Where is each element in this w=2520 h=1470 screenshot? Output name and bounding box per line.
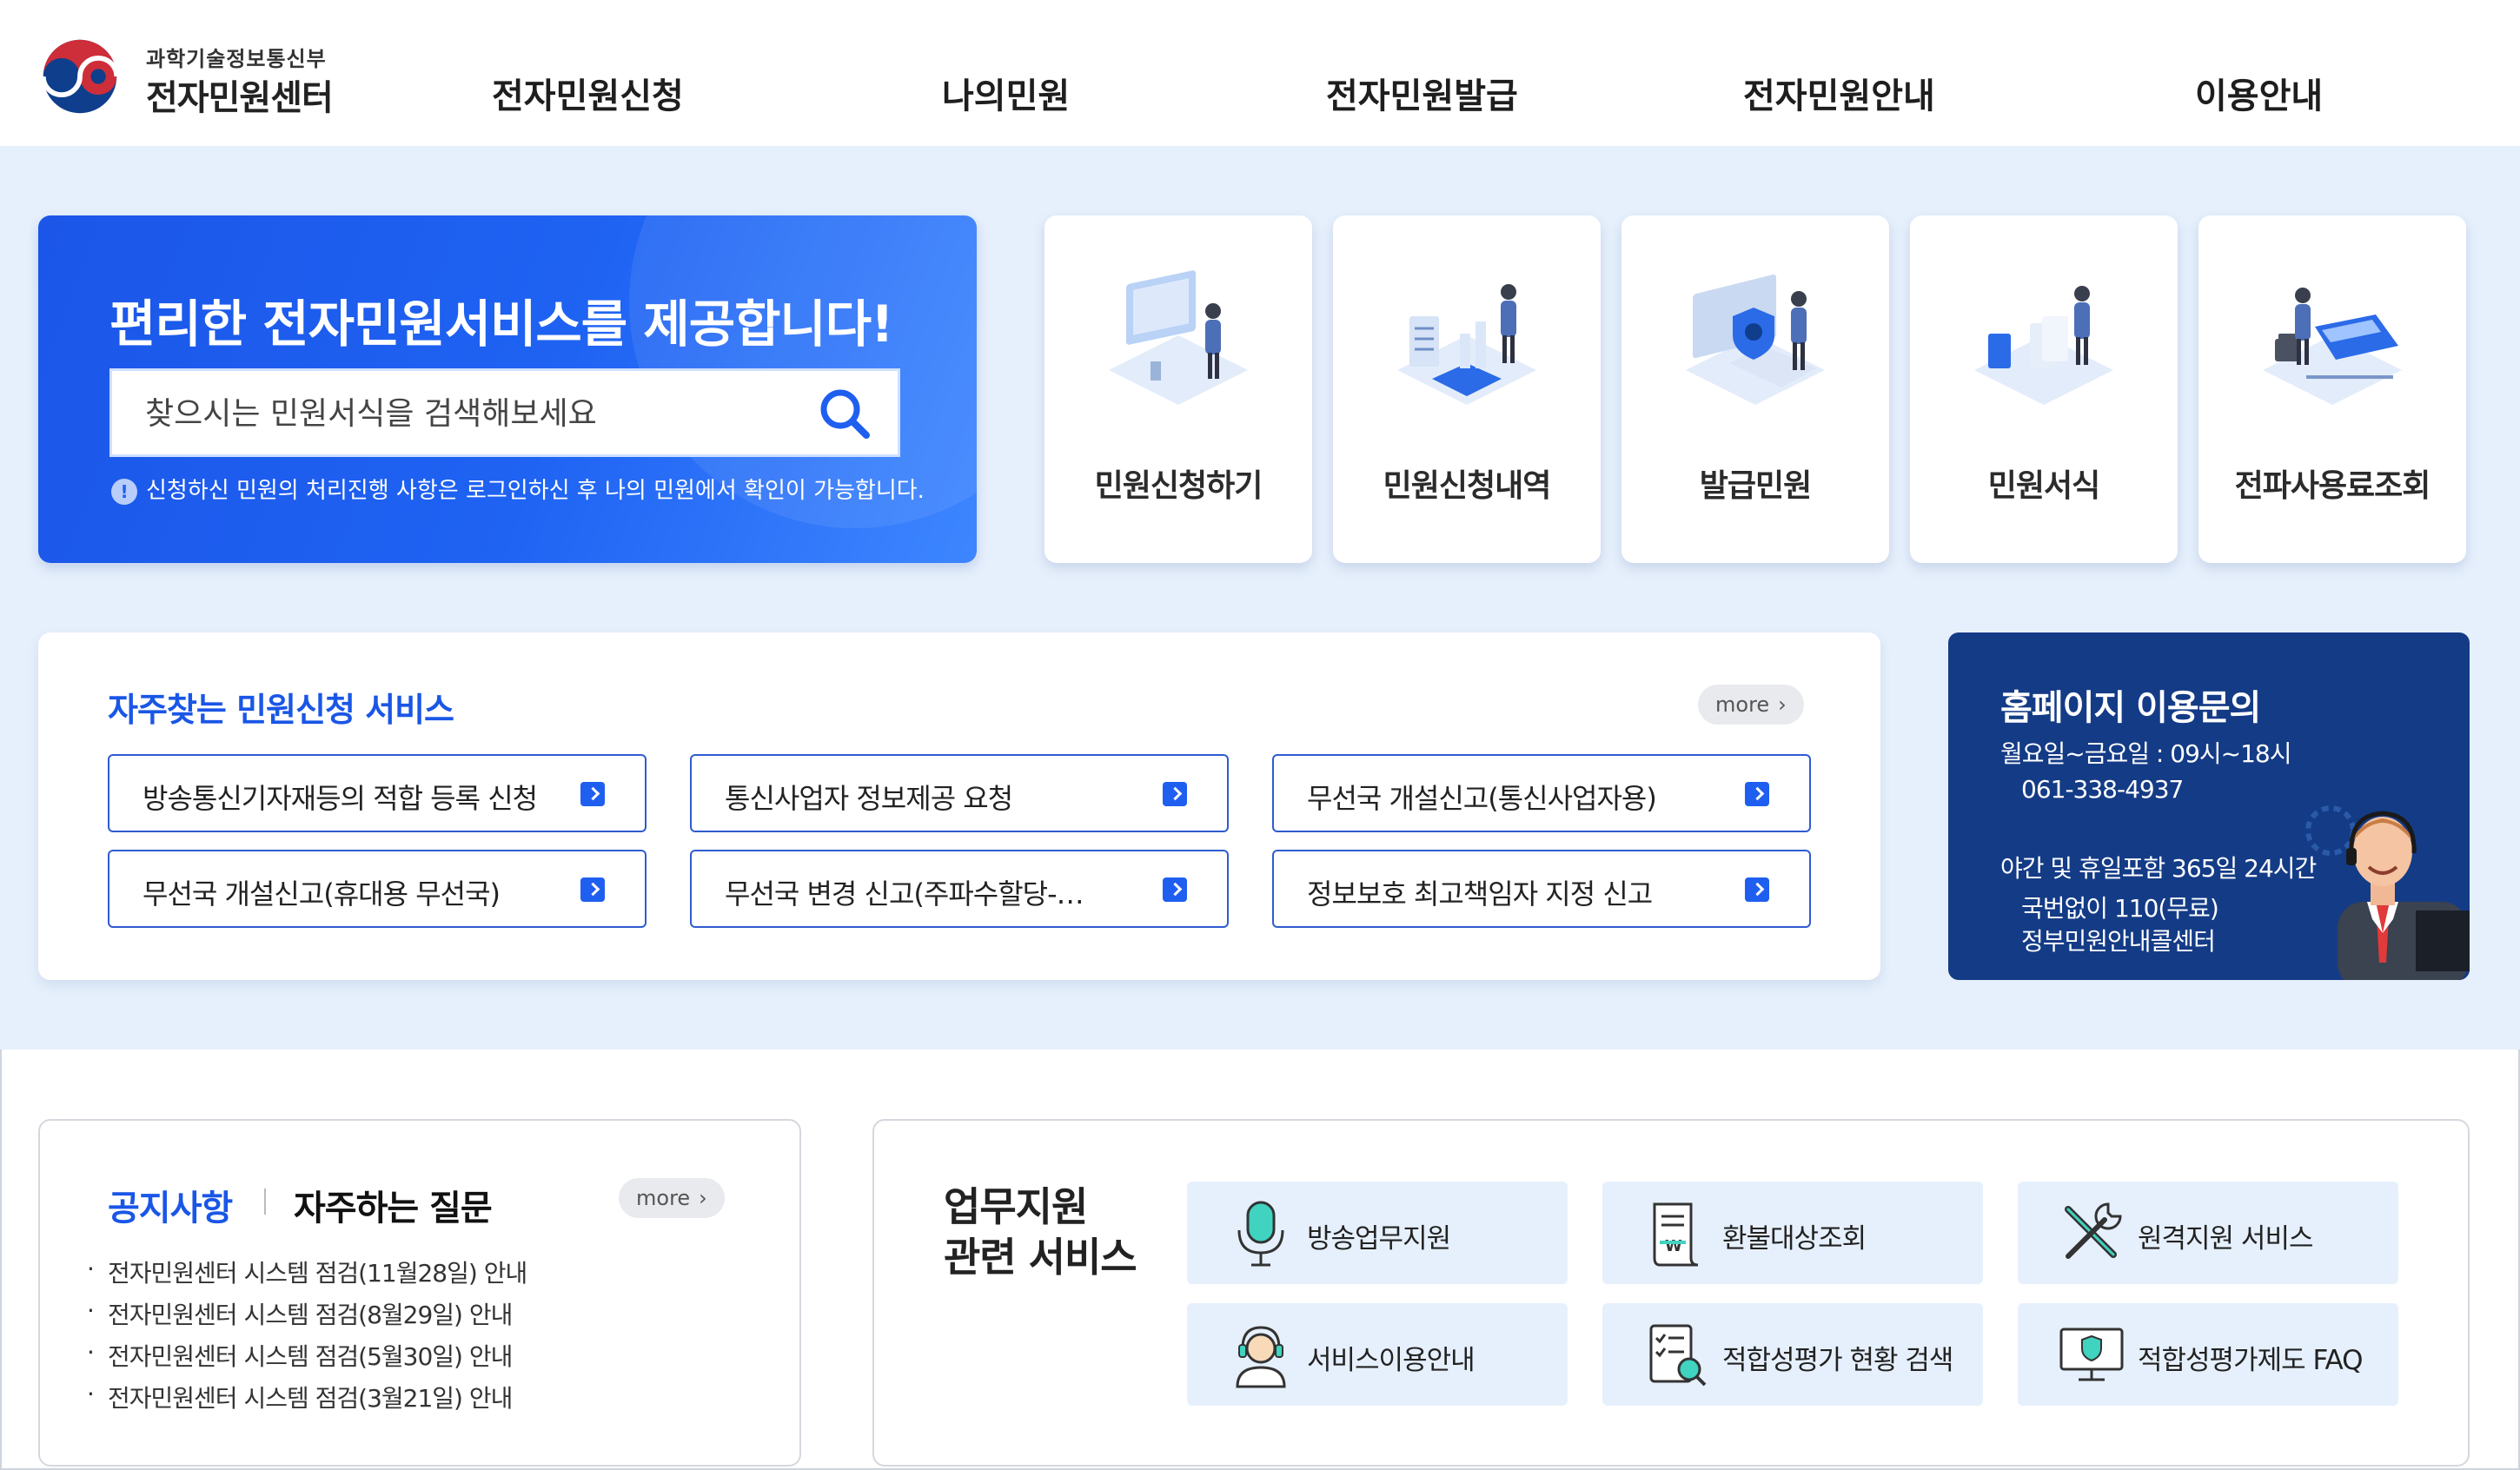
notice-item[interactable]: 전자민원센터 시스템 점검(8월29일) 안내 bbox=[87, 1296, 513, 1331]
monitor-person-icon bbox=[1109, 270, 1248, 405]
search-input[interactable] bbox=[145, 390, 806, 437]
quick-link-label: 민원신청내역 bbox=[1383, 468, 1552, 504]
notice-item[interactable]: 전자민원센터 시스템 점검(11월28일) 안내 bbox=[87, 1255, 527, 1289]
checklist-search-icon bbox=[1649, 1324, 1707, 1387]
quick-link-apply[interactable]: 민원신청하기 bbox=[1044, 215, 1312, 563]
work-conformity-faq[interactable]: 적합성평가제도 FAQ bbox=[2018, 1303, 2398, 1406]
work-service-guide[interactable]: 서비스이용안내 bbox=[1187, 1303, 1568, 1406]
site-header: 과학기술정보통신부 전자민원센터 전자민원신청 나의민원 전자민원발급 전자민원… bbox=[0, 0, 2520, 146]
documents-icon bbox=[1974, 286, 2113, 405]
quick-link-label: 민원신청하기 bbox=[1094, 468, 1263, 504]
tools-icon bbox=[2065, 1202, 2122, 1259]
quick-link-fee-lookup[interactable]: 전파사용료조회 bbox=[2198, 215, 2466, 563]
work-conformity-search[interactable]: 적합성평가 현황 검색 bbox=[1602, 1303, 1983, 1406]
site-logo[interactable]: 과학기술정보통신부 전자민원센터 bbox=[38, 35, 351, 122]
receipt-icon: W bbox=[1653, 1202, 1699, 1267]
service-item-label: 무선국 변경 신고(주파수할당-통신사업자용) bbox=[725, 877, 1107, 910]
weekday-hours: 월요일~금요일 : 09시~18시 bbox=[2000, 739, 2291, 768]
service-item-label: 정보보호 최고책임자 지정 신고 bbox=[1307, 877, 1653, 910]
nav-issue[interactable]: 전자민원발급 bbox=[1326, 68, 1518, 118]
nav-apply[interactable]: 전자민원신청 bbox=[492, 68, 684, 118]
free-number: 국번없이 110(무료) bbox=[2021, 894, 2219, 923]
frequent-more-button[interactable]: more › bbox=[1698, 685, 1804, 725]
contact-phone: 061-338-4937 bbox=[2021, 775, 2184, 804]
notice-more-button[interactable]: more › bbox=[619, 1178, 725, 1218]
tab-faq[interactable]: 자주하는 질문 bbox=[294, 1180, 493, 1230]
nav-guide[interactable]: 전자민원안내 bbox=[1743, 68, 1935, 118]
work-item-label: 서비스이용안내 bbox=[1307, 1345, 1476, 1376]
calculator-icon bbox=[2263, 288, 2402, 405]
arrow-right-icon bbox=[1163, 782, 1187, 806]
work-item-label: 적합성평가제도 FAQ bbox=[2138, 1345, 2364, 1376]
arrow-right-icon bbox=[580, 877, 605, 902]
taegeuk-logo-icon bbox=[40, 39, 120, 114]
nav-my-civil[interactable]: 나의민원 bbox=[942, 68, 1070, 118]
headset-agent-icon bbox=[1236, 1326, 1286, 1388]
tab-divider bbox=[264, 1189, 266, 1215]
quick-link-forms[interactable]: 민원서식 bbox=[1910, 215, 2178, 563]
service-item[interactable]: 통신사업자 정보제공 요청 bbox=[690, 754, 1229, 832]
work-broadcast-support[interactable]: 방송업무지원 bbox=[1187, 1182, 1568, 1284]
hero-banner: 편리한 전자민원서비스를 제공합니다! ! 신청하신 민원의 처리진행 사항은 로… bbox=[38, 215, 977, 563]
more-label: more bbox=[636, 1186, 691, 1210]
contact-title: 홈페이지 이용문의 bbox=[2000, 688, 2261, 728]
arrow-right-icon bbox=[1163, 877, 1187, 902]
service-item-label: 통신사업자 정보제공 요청 bbox=[725, 782, 1013, 815]
notice-panel: 공지사항 자주하는 질문 more › 전자민원센터 시스템 점검(11월28일)… bbox=[38, 1119, 801, 1467]
work-refund-lookup[interactable]: W 환불대상조회 bbox=[1602, 1182, 1983, 1284]
service-item[interactable]: 무선국 개설신고(통신사업자용) bbox=[1272, 754, 1811, 832]
chevron-right-icon: › bbox=[1778, 692, 1787, 717]
quick-link-label: 민원서식 bbox=[1987, 468, 2100, 504]
work-remote-support[interactable]: 원격지원 서비스 bbox=[2018, 1182, 2398, 1284]
service-item-label: 무선국 개설신고(통신사업자용) bbox=[1307, 782, 1657, 815]
work-support-title: 업무지원 관련 서비스 bbox=[944, 1182, 1137, 1282]
service-item[interactable]: 무선국 변경 신고(주파수할당-통신사업자용) bbox=[690, 850, 1229, 928]
work-item-label: 적합성평가 현황 검색 bbox=[1722, 1345, 1953, 1376]
frequent-services-title: 자주찾는 민원신청 서비스 bbox=[108, 691, 454, 729]
service-item-label: 무선국 개설신고(휴대용 무선국) bbox=[143, 877, 501, 910]
work-support-title-line1: 업무지원 bbox=[944, 1183, 1088, 1230]
hero-notice-text: 신청하신 민원의 처리진행 사항은 로그인하신 후 나의 민원에서 확인이 가능… bbox=[146, 478, 925, 504]
arrow-right-icon bbox=[580, 782, 605, 806]
quick-link-label: 발급민원 bbox=[1699, 468, 1812, 504]
more-label: more bbox=[1715, 692, 1770, 717]
quick-link-history[interactable]: 민원신청내역 bbox=[1333, 215, 1601, 563]
quick-link-issued[interactable]: 발급민원 bbox=[1621, 215, 1889, 563]
svg-text:W: W bbox=[1665, 1237, 1682, 1255]
logo-center-text: 전자민원센터 bbox=[146, 78, 334, 118]
work-item-label: 방송업무지원 bbox=[1307, 1223, 1451, 1255]
night-hours: 야간 및 휴일포함 365일 24시간 bbox=[2000, 854, 2317, 883]
search-box bbox=[109, 368, 900, 457]
work-item-label: 원격지원 서비스 bbox=[2138, 1223, 2313, 1255]
work-item-label: 환불대상조회 bbox=[1722, 1223, 1867, 1255]
service-item[interactable]: 방송통신기자재등의 적합 등록 신청 bbox=[108, 754, 647, 832]
call-center: 정부민원안내콜센터 bbox=[2021, 927, 2216, 956]
contact-panel: 홈페이지 이용문의 월요일~금요일 : 09시~18시 061-338-4937… bbox=[1948, 632, 2470, 980]
service-item[interactable]: 정보보호 최고책임자 지정 신고 bbox=[1272, 850, 1811, 928]
service-item[interactable]: 무선국 개설신고(휴대용 무선국) bbox=[108, 850, 647, 928]
search-icon[interactable] bbox=[816, 385, 873, 442]
hero-notice: ! 신청하신 민원의 처리진행 사항은 로그인하신 후 나의 민원에서 확인이 가… bbox=[111, 473, 925, 505]
chevron-right-icon: › bbox=[699, 1186, 707, 1210]
tab-notice[interactable]: 공지사항 bbox=[108, 1180, 233, 1230]
notice-item[interactable]: 전자민원센터 시스템 점검(3월21일) 안내 bbox=[87, 1380, 513, 1414]
call-agent-icon bbox=[2305, 805, 2470, 980]
arrow-right-icon bbox=[1745, 877, 1769, 902]
logo-ministry-text: 과학기술정보통신부 bbox=[146, 47, 327, 71]
frequent-services-panel: 자주찾는 민원신청 서비스 more › 방송통신기자재등의 적합 등록 신청 통… bbox=[38, 632, 1880, 980]
hero-title: 편리한 전자민원서비스를 제공합니다! bbox=[109, 295, 894, 354]
nav-usage[interactable]: 이용안내 bbox=[2195, 68, 2323, 118]
notice-item[interactable]: 전자민원센터 시스템 점검(5월30일) 안내 bbox=[87, 1338, 513, 1373]
work-support-panel: 업무지원 관련 서비스 방송업무지원 W 환불대상조회 원격지원 서비스 서비스… bbox=[872, 1119, 2470, 1467]
quick-link-label: 전파사용료조회 bbox=[2234, 468, 2431, 504]
monitor-shield-icon bbox=[2059, 1328, 2124, 1381]
info-icon: ! bbox=[111, 478, 137, 505]
microphone-icon bbox=[1237, 1201, 1284, 1267]
clipboard-chart-icon bbox=[1397, 284, 1536, 405]
arrow-right-icon bbox=[1745, 782, 1769, 806]
service-item-label: 방송통신기자재등의 적합 등록 신청 bbox=[143, 782, 538, 815]
laptop-shield-icon bbox=[1686, 274, 1825, 405]
work-support-title-line2: 관련 서비스 bbox=[944, 1234, 1137, 1281]
